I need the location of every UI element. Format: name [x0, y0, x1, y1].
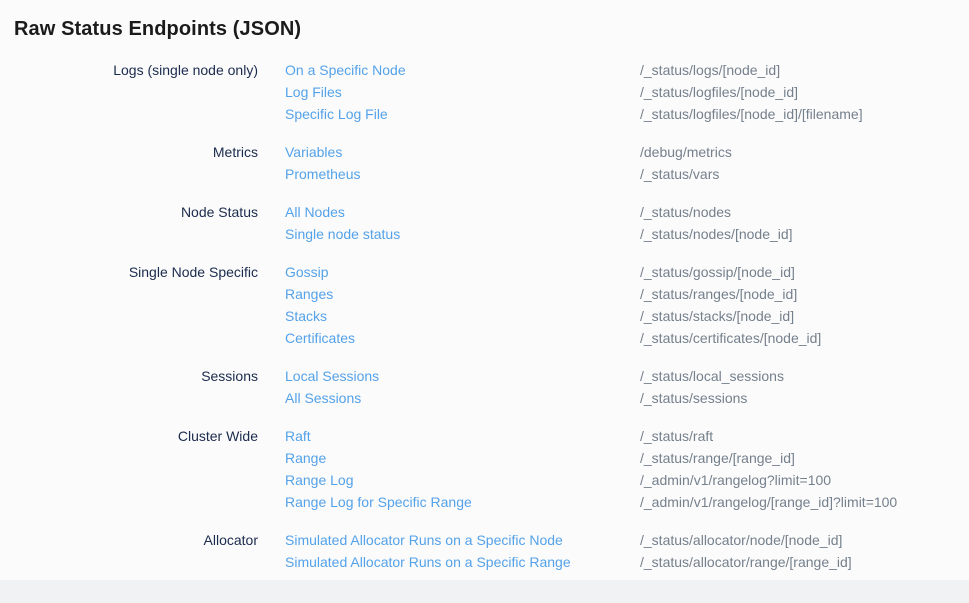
- endpoint-link[interactable]: Prometheus: [285, 163, 640, 185]
- endpoint-link[interactable]: Range Log for Specific Range: [285, 491, 640, 513]
- endpoint-link[interactable]: Single node status: [285, 223, 640, 245]
- category-label: Allocator: [14, 529, 258, 551]
- endpoint-url: /_admin/v1/rangelog?limit=100: [640, 469, 969, 491]
- endpoint-url: /_status/ranges/[node_id]: [640, 283, 969, 305]
- links-column: Simulated Allocator Runs on a Specific N…: [285, 529, 640, 573]
- endpoint-link[interactable]: Gossip: [285, 261, 640, 283]
- endpoint-url: /_status/logfiles/[node_id]: [640, 81, 969, 103]
- endpoint-url: /debug/metrics: [640, 141, 969, 163]
- links-column: RaftRangeRange LogRange Log for Specific…: [285, 425, 640, 513]
- urls-column: /_status/nodes/_status/nodes/[node_id]: [640, 201, 969, 245]
- category-label: Cluster Wide: [14, 425, 258, 447]
- endpoint-url: /_status/vars: [640, 163, 969, 185]
- urls-column: /_status/logs/[node_id]/_status/logfiles…: [640, 59, 969, 125]
- section-row: Node Status All NodesSingle node status …: [14, 201, 969, 245]
- endpoint-link[interactable]: Range: [285, 447, 640, 469]
- endpoint-url: /_status/logs/[node_id]: [640, 59, 969, 81]
- urls-column: /debug/metrics/_status/vars: [640, 141, 969, 185]
- endpoint-url: /_status/allocator/range/[range_id]: [640, 551, 969, 573]
- links-column: On a Specific NodeLog FilesSpecific Log …: [285, 59, 640, 125]
- endpoint-url: /_status/allocator/node/[node_id]: [640, 529, 969, 551]
- links-column: All NodesSingle node status: [285, 201, 640, 245]
- endpoint-link[interactable]: On a Specific Node: [285, 59, 640, 81]
- endpoint-url: /_status/nodes: [640, 201, 969, 223]
- category-label: Metrics: [14, 141, 258, 163]
- category-label: Sessions: [14, 365, 258, 387]
- endpoint-sections: Logs (single node only) On a Specific No…: [14, 59, 969, 573]
- links-column: GossipRangesStacksCertificates: [285, 261, 640, 349]
- endpoint-url: /_status/range/[range_id]: [640, 447, 969, 469]
- endpoint-link[interactable]: All Nodes: [285, 201, 640, 223]
- endpoint-link[interactable]: Simulated Allocator Runs on a Specific N…: [285, 529, 640, 551]
- endpoint-link[interactable]: Specific Log File: [285, 103, 640, 125]
- links-column: VariablesPrometheus: [285, 141, 640, 185]
- section-row: Single Node Specific GossipRangesStacksC…: [14, 261, 969, 349]
- section-row: Cluster Wide RaftRangeRange LogRange Log…: [14, 425, 969, 513]
- endpoint-url: /_status/logfiles/[node_id]/[filename]: [640, 103, 969, 125]
- category-label: Logs (single node only): [14, 59, 258, 81]
- content-area: Raw Status Endpoints (JSON) Logs (single…: [0, 0, 969, 580]
- endpoint-link[interactable]: Variables: [285, 141, 640, 163]
- section-row: Allocator Simulated Allocator Runs on a …: [14, 529, 969, 573]
- endpoint-url: /_admin/v1/rangelog/[range_id]?limit=100: [640, 491, 969, 513]
- endpoint-url: /_status/certificates/[node_id]: [640, 327, 969, 349]
- section-row: Logs (single node only) On a Specific No…: [14, 59, 969, 125]
- endpoint-url: /_status/gossip/[node_id]: [640, 261, 969, 283]
- endpoint-url: /_status/stacks/[node_id]: [640, 305, 969, 327]
- category-label: Single Node Specific: [14, 261, 258, 283]
- urls-column: /_status/gossip/[node_id]/_status/ranges…: [640, 261, 969, 349]
- endpoint-link[interactable]: Log Files: [285, 81, 640, 103]
- category-label: Node Status: [14, 201, 258, 223]
- endpoint-url: /_status/raft: [640, 425, 969, 447]
- endpoint-link[interactable]: All Sessions: [285, 387, 640, 409]
- endpoint-link[interactable]: Local Sessions: [285, 365, 640, 387]
- links-column: Local SessionsAll Sessions: [285, 365, 640, 409]
- section-row: Metrics VariablesPrometheus /debug/metri…: [14, 141, 969, 185]
- endpoint-url: /_status/local_sessions: [640, 365, 969, 387]
- urls-column: /_status/raft/_status/range/[range_id]/_…: [640, 425, 969, 513]
- endpoint-link[interactable]: Simulated Allocator Runs on a Specific R…: [285, 551, 640, 573]
- endpoint-link[interactable]: Certificates: [285, 327, 640, 349]
- endpoint-link[interactable]: Stacks: [285, 305, 640, 327]
- footer-band: [0, 580, 969, 603]
- endpoint-link[interactable]: Ranges: [285, 283, 640, 305]
- endpoint-link[interactable]: Range Log: [285, 469, 640, 491]
- endpoint-url: /_status/nodes/[node_id]: [640, 223, 969, 245]
- section-row: Sessions Local SessionsAll Sessions /_st…: [14, 365, 969, 409]
- page-title: Raw Status Endpoints (JSON): [14, 15, 969, 43]
- urls-column: /_status/local_sessions/_status/sessions: [640, 365, 969, 409]
- urls-column: /_status/allocator/node/[node_id]/_statu…: [640, 529, 969, 573]
- endpoint-url: /_status/sessions: [640, 387, 969, 409]
- endpoint-link[interactable]: Raft: [285, 425, 640, 447]
